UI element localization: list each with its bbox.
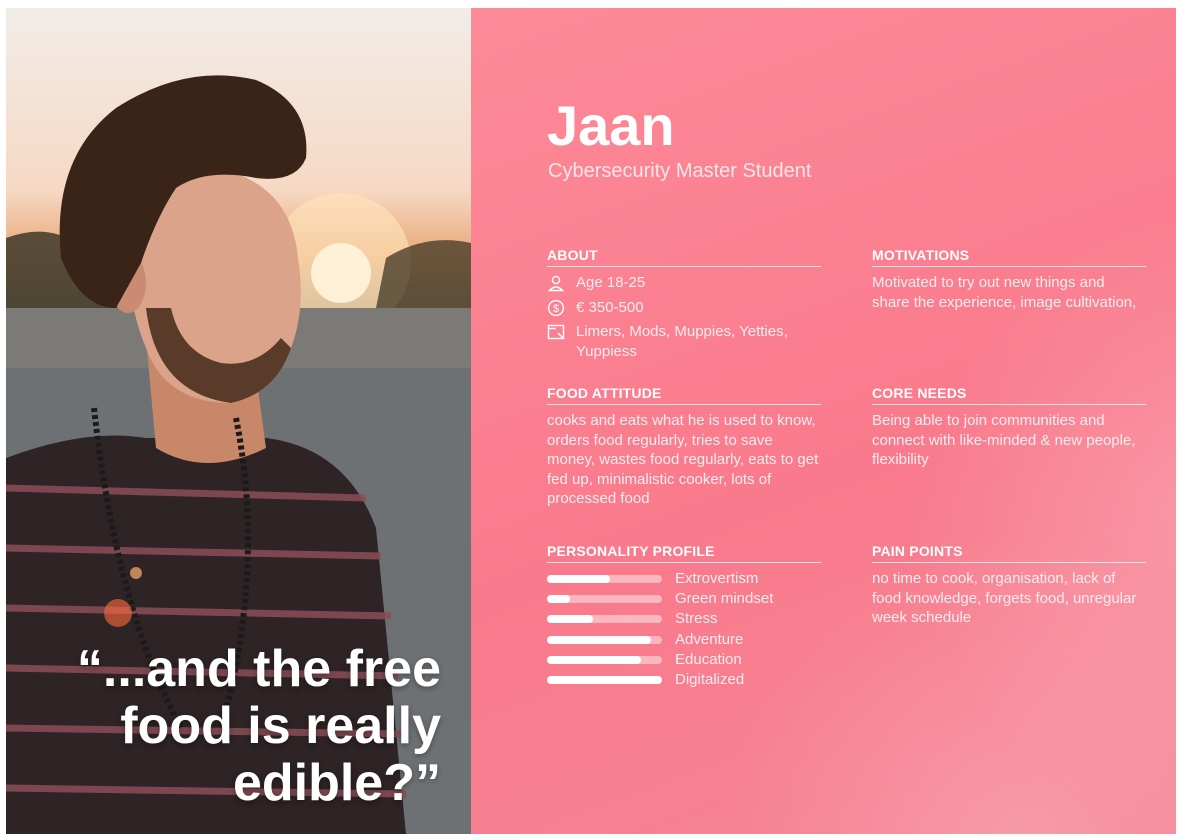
trait-label: Digitalized xyxy=(675,671,745,689)
persona-photo: “...and the free food is really edible?” xyxy=(6,8,471,834)
svg-text:$: $ xyxy=(553,303,559,315)
trait-bar-fill xyxy=(547,655,642,664)
about-groups: Limers, Mods, Muppies, Yetties, Yuppiess xyxy=(547,322,821,361)
dollar-icon: $ xyxy=(547,299,565,316)
about-budget: $ € 350-500 xyxy=(547,298,821,318)
core-needs-title: CORE NEEDS xyxy=(872,384,1146,405)
personality-section: PERSONALITY PROFILE Extrovertism Green m… xyxy=(547,542,821,690)
person-icon xyxy=(547,275,565,292)
core-needs-section: CORE NEEDS Being able to join communitie… xyxy=(872,384,1146,470)
trait-label: Education xyxy=(675,650,742,668)
trait-bar xyxy=(547,575,662,584)
persona-quote: “...and the free food is really edible?” xyxy=(76,640,441,812)
about-groups-text: Limers, Mods, Muppies, Yetties, Yuppiess xyxy=(576,323,788,360)
persona-name: Jaan xyxy=(547,94,675,157)
image-icon xyxy=(547,324,565,340)
trait-row: Digitalized xyxy=(547,670,821,690)
about-age-text: Age 18-25 xyxy=(576,274,646,291)
trait-bar-fill xyxy=(547,635,651,644)
about-age: Age 18-25 xyxy=(547,273,821,293)
persona-role: Cybersecurity Master Student xyxy=(548,160,812,182)
trait-bar xyxy=(547,635,662,644)
about-budget-text: € 350-500 xyxy=(576,298,644,316)
trait-row: Green mindset xyxy=(547,589,821,609)
persona-details-panel: Jaan Cybersecurity Master Student ABOUT … xyxy=(471,8,1176,834)
about-title: ABOUT xyxy=(547,246,821,267)
food-attitude-title: FOOD ATTITUDE xyxy=(547,384,821,405)
trait-bar-fill xyxy=(547,595,570,604)
trait-label: Extrovertism xyxy=(675,570,759,588)
trait-row: Stress xyxy=(547,609,821,629)
motivations-text: Motivated to try out new things and shar… xyxy=(872,274,1137,311)
core-needs-text: Being able to join communities and conne… xyxy=(872,412,1136,468)
motivations-title: MOTIVATIONS xyxy=(872,246,1146,267)
trait-bar xyxy=(547,595,662,604)
trait-list: Extrovertism Green mindset Stress Advent… xyxy=(547,569,821,690)
trait-bar-fill xyxy=(547,676,662,685)
food-attitude-section: FOOD ATTITUDE cooks and eats what he is … xyxy=(547,384,821,509)
trait-row: Education xyxy=(547,650,821,670)
trait-label: Stress xyxy=(675,610,718,628)
persona-card: “...and the free food is really edible?”… xyxy=(6,8,1176,834)
trait-bar-fill xyxy=(547,575,611,584)
about-section: ABOUT Age 18-25 $ € 350-500 Limers, Mods… xyxy=(547,246,821,366)
trait-label: Green mindset xyxy=(675,590,774,608)
trait-bar xyxy=(547,655,662,664)
pain-points-section: PAIN POINTS no time to cook, organisatio… xyxy=(872,542,1146,628)
trait-row: Adventure xyxy=(547,630,821,650)
trait-bar-fill xyxy=(547,615,593,624)
food-attitude-text: cooks and eats what he is used to know, … xyxy=(547,412,819,507)
trait-label: Adventure xyxy=(675,630,744,648)
trait-bar xyxy=(547,615,662,624)
trait-row: Extrovertism xyxy=(547,569,821,589)
motivations-section: MOTIVATIONS Motivated to try out new thi… xyxy=(872,246,1146,312)
personality-title: PERSONALITY PROFILE xyxy=(547,542,821,563)
pain-points-text: no time to cook, organisation, lack of f… xyxy=(872,570,1137,626)
pain-points-title: PAIN POINTS xyxy=(872,542,1146,563)
trait-bar xyxy=(547,676,662,685)
